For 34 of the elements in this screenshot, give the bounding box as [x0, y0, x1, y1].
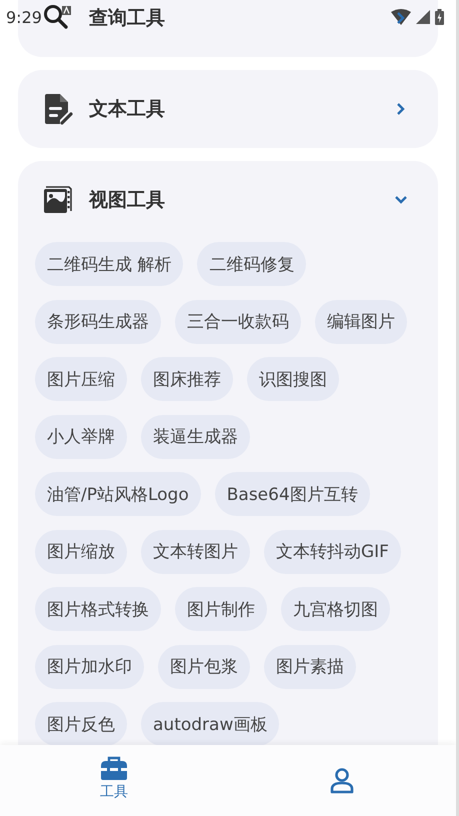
tool-chip[interactable]: 图片反色	[35, 702, 127, 746]
tool-chip[interactable]: 图床推荐	[141, 357, 233, 401]
tool-chip[interactable]: Base64图片互转	[214, 472, 370, 516]
tool-chip[interactable]: 小人举牌	[35, 414, 127, 458]
image-gallery-icon	[43, 186, 73, 214]
tool-chip[interactable]: 图片压缩	[35, 357, 127, 401]
category-title[interactable]: 查询工具	[89, 5, 165, 31]
tool-chip[interactable]: 图片加水印	[35, 644, 144, 688]
tool-chip[interactable]: 文本转图片	[141, 530, 250, 574]
tool-chip[interactable]: 装逼生成器	[141, 414, 250, 458]
signal-icon	[416, 10, 430, 24]
tool-chip[interactable]: 九宫格切图	[281, 587, 390, 631]
document-edit-icon	[43, 93, 73, 125]
tool-chip[interactable]: 二维码生成 解析	[35, 242, 184, 286]
tool-chip[interactable]: 文本转抖动GIF	[264, 530, 401, 574]
tool-chip[interactable]: 图片包浆	[158, 644, 250, 688]
nav-tab[interactable]: 工具	[0, 745, 228, 816]
tool-chip[interactable]: 图片格式转换	[35, 587, 161, 631]
tool-chip[interactable]: 图片制作	[175, 587, 267, 631]
tool-chip[interactable]: 二维码修复	[197, 242, 306, 286]
tool-chip[interactable]: 油管/P站风格Logo	[35, 472, 201, 516]
tool-chip[interactable]: 图片缩放	[35, 530, 127, 574]
tool-chip[interactable]: 三合一收款码	[175, 300, 301, 344]
wifi-icon	[391, 9, 411, 25]
tool-chip[interactable]: 图片素描	[264, 644, 356, 688]
category-title[interactable]: 文本工具	[89, 96, 165, 122]
tool-chip[interactable]: autodraw画板	[141, 702, 280, 746]
tool-chip[interactable]: 条形码生成器	[35, 300, 161, 344]
person-icon[interactable]	[330, 768, 354, 794]
tool-chip[interactable]: 识图搜图	[247, 357, 339, 401]
tool-chip[interactable]: 编辑图片	[315, 300, 407, 344]
status-time: 9:29	[6, 8, 42, 26]
toolbox-icon	[99, 756, 129, 780]
category-title[interactable]: 视图工具	[89, 187, 165, 213]
